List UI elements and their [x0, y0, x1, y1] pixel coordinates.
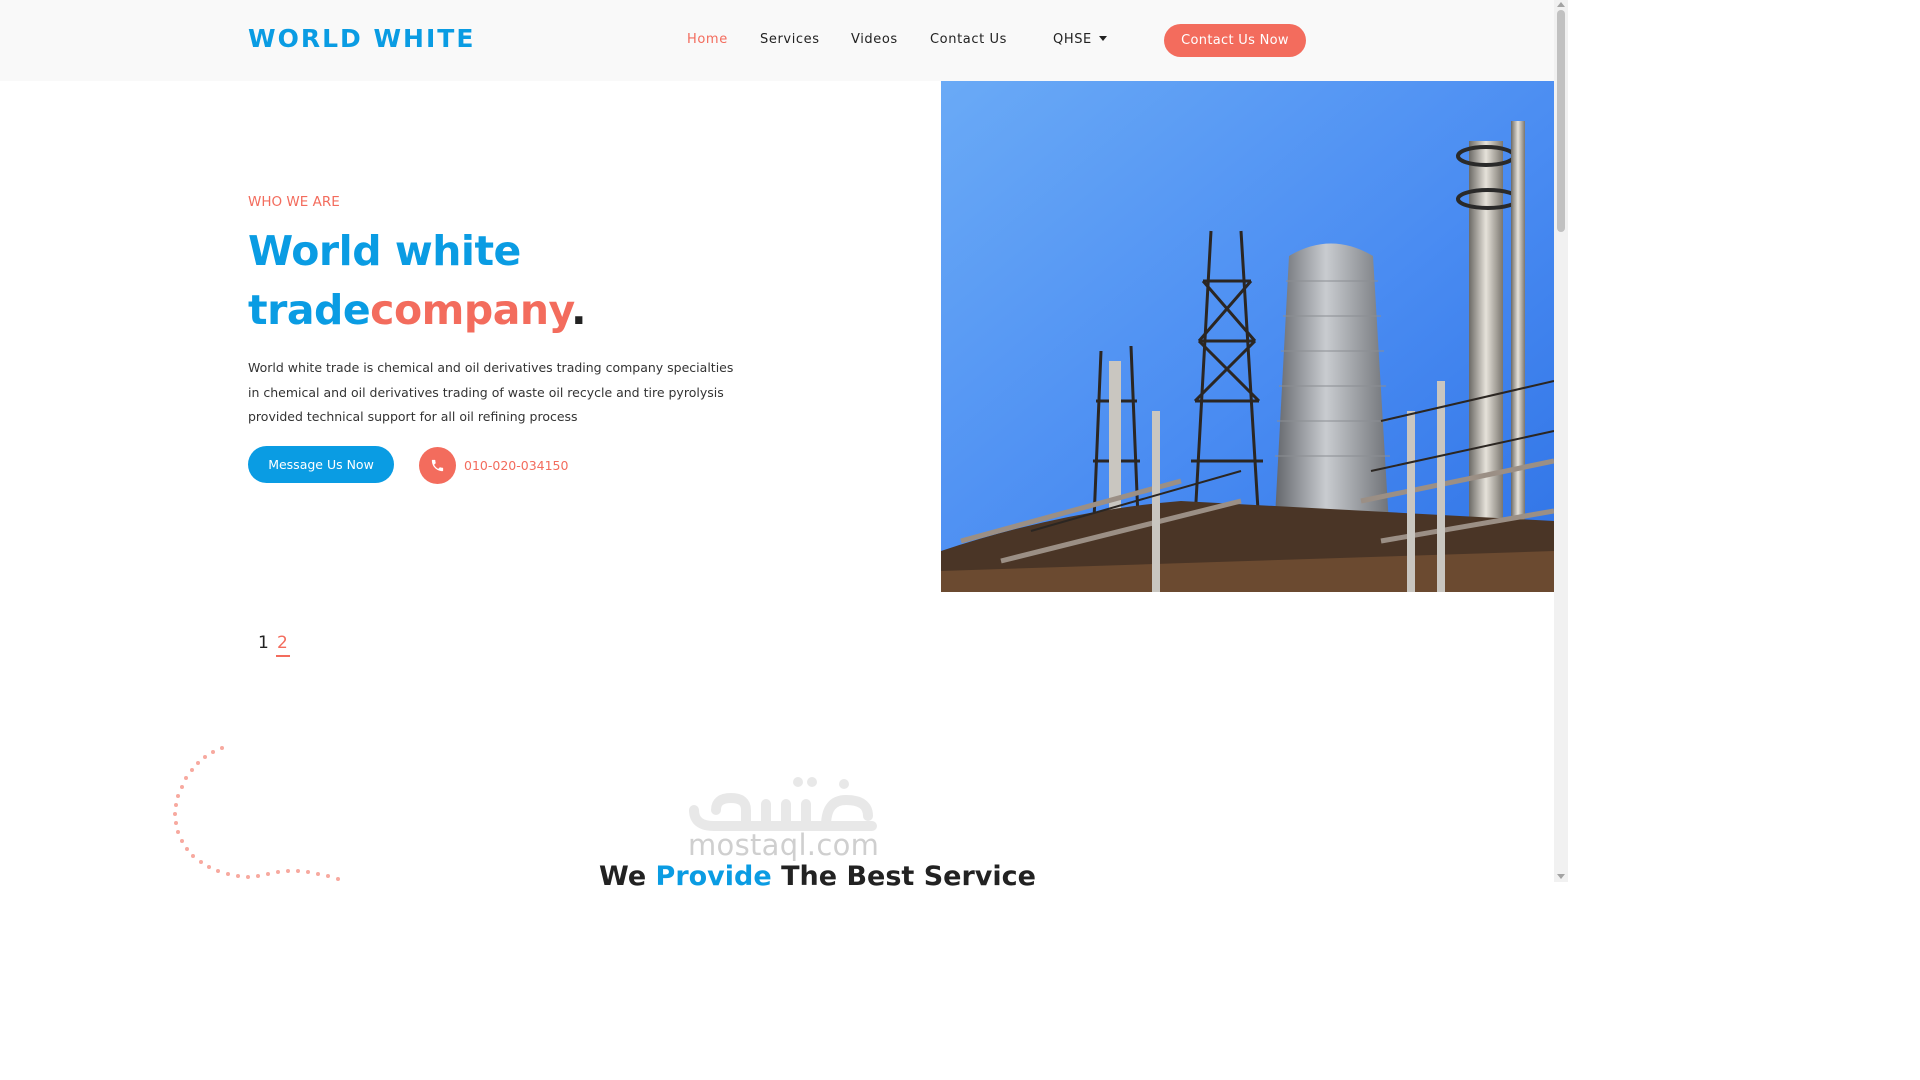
services-title-rest: The Best Service	[771, 861, 1036, 892]
phone-number-link[interactable]: 010-020-034150	[464, 458, 568, 473]
message-us-now-button[interactable]: Message Us Now	[248, 446, 394, 483]
top-navbar: WORLD WHITE Home Services Videos Contact…	[0, 0, 1554, 81]
decorative-dots-icon	[173, 746, 340, 881]
contact-us-now-button[interactable]: Contact Us Now	[1164, 24, 1306, 57]
active-slide-indicator	[276, 655, 290, 657]
hero-description: World white trade is chemical and oil de…	[248, 360, 734, 424]
scroll-up-arrow-icon[interactable]	[1557, 2, 1565, 7]
scrollbar-thumb[interactable]	[1557, 10, 1565, 232]
nav-home[interactable]: Home	[687, 32, 728, 47]
nav-contact-us[interactable]: Contact Us	[930, 32, 1007, 47]
hero-title-company: company	[370, 286, 572, 334]
hero-title-period: .	[571, 286, 587, 334]
watermark-site: mostaql.com	[688, 828, 880, 862]
slide-page-2[interactable]: 2	[277, 633, 288, 653]
nav-qhse-label: QHSE	[1053, 32, 1092, 47]
brand-logo[interactable]: WORLD WHITE	[248, 24, 475, 53]
services-section-title: We Provide The Best Service	[599, 861, 1036, 892]
page-scrollbar[interactable]	[1554, 0, 1568, 882]
services-title-provide: Provide	[655, 861, 772, 892]
slide-page-1[interactable]: 1	[258, 633, 269, 653]
hero-title-trade: trade	[248, 286, 371, 334]
hero-eyebrow: WHO WE ARE	[248, 194, 340, 210]
scroll-down-arrow-icon[interactable]	[1557, 874, 1565, 879]
phone-icon[interactable]	[419, 447, 456, 484]
hero-title: World white tradecompany.	[248, 222, 587, 340]
nav-services[interactable]: Services	[760, 32, 820, 47]
hero-refinery-image	[941, 81, 1554, 592]
dropdown-caret-icon	[1098, 36, 1107, 41]
nav-qhse-dropdown[interactable]: QHSE	[1053, 32, 1107, 47]
nav-videos[interactable]: Videos	[851, 32, 898, 47]
services-title-we: We	[599, 861, 656, 892]
hero-title-line1: World white	[248, 227, 521, 275]
